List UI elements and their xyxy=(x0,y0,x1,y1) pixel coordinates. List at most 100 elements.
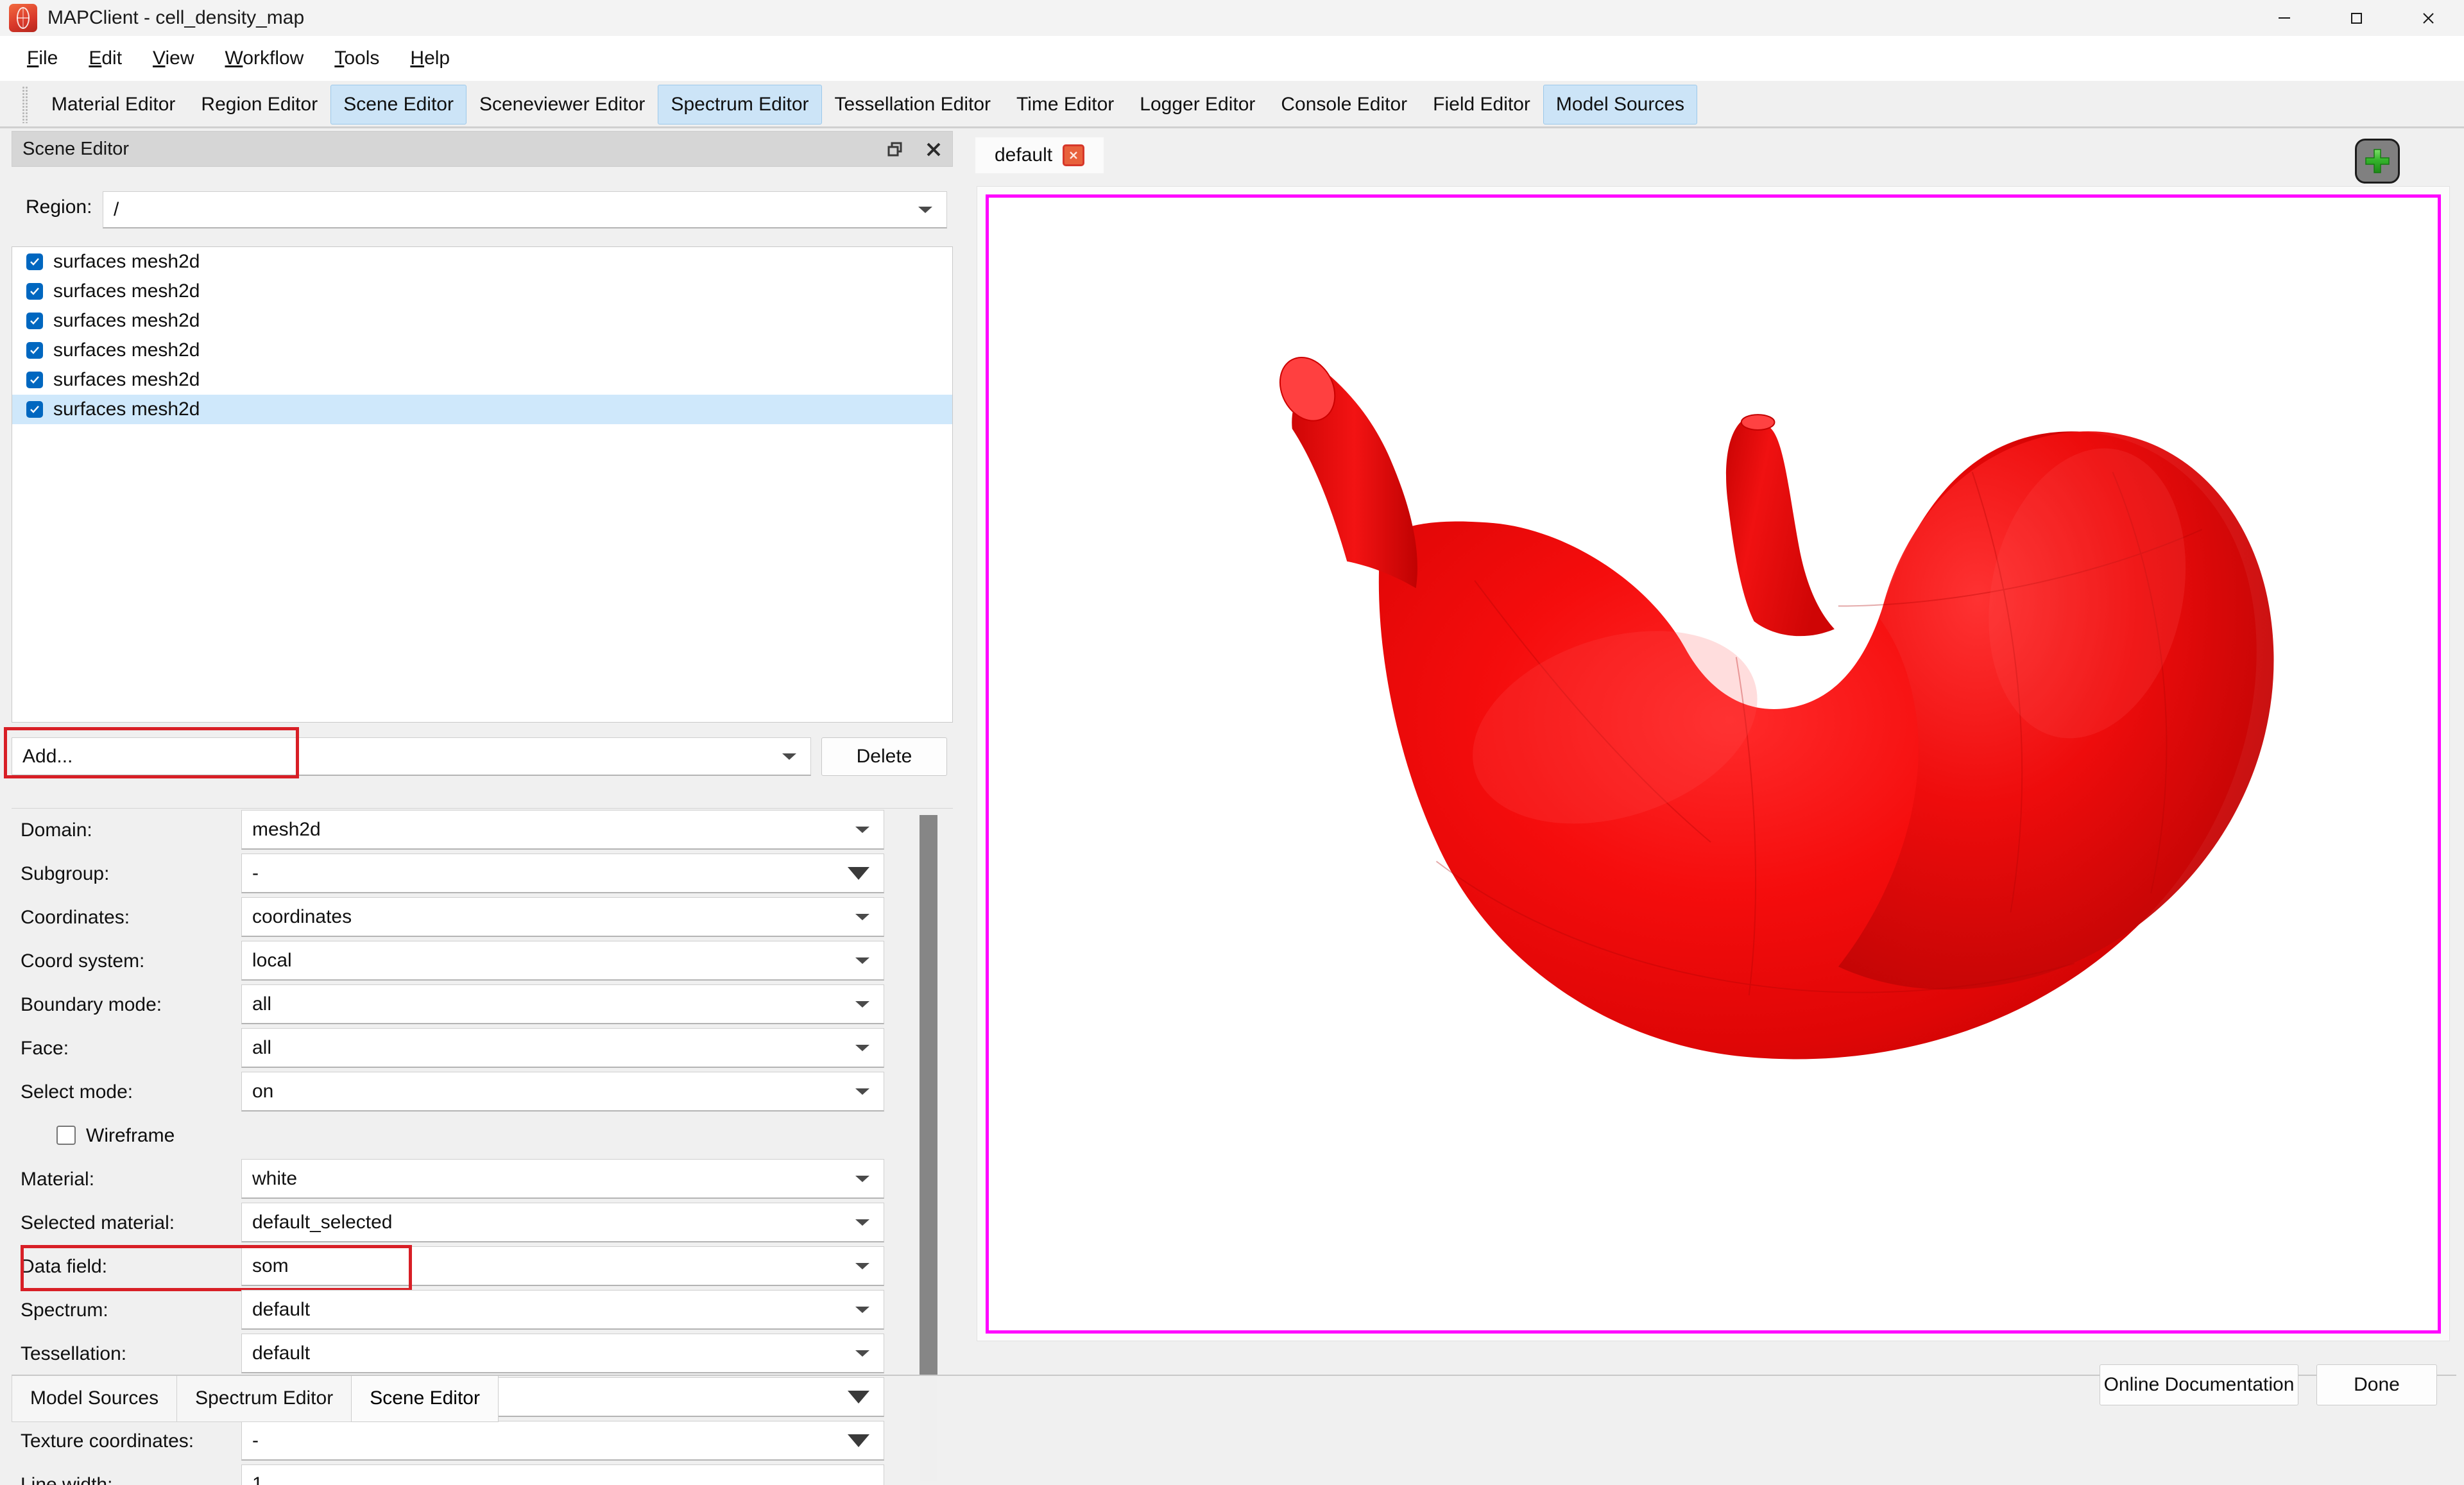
property-label-texture-coordinates: Texture coordinates: xyxy=(21,1430,194,1452)
list-item-selected[interactable]: surfaces mesh2d xyxy=(12,395,952,424)
tab-time-editor[interactable]: Time Editor xyxy=(1004,85,1127,124)
property-row-coord-system: Coord system: local xyxy=(12,940,910,983)
tab-region-editor[interactable]: Region Editor xyxy=(188,85,330,124)
property-row-data-field: Data field: som xyxy=(12,1245,910,1291)
minimize-button[interactable] xyxy=(2248,0,2320,36)
checkbox-checked-icon[interactable] xyxy=(26,283,43,300)
close-icon[interactable] xyxy=(1063,144,1085,166)
viewer-tab-default[interactable]: default xyxy=(975,137,1104,173)
properties-scrollbar-thumb[interactable] xyxy=(920,815,937,1375)
list-item[interactable]: surfaces mesh2d xyxy=(12,306,952,336)
duodenum xyxy=(1726,418,1835,637)
list-item[interactable]: surfaces mesh2d xyxy=(12,247,952,277)
tab-scene-editor[interactable]: Scene Editor xyxy=(330,85,466,124)
property-row-texture-coordinates: Texture coordinates: - xyxy=(12,1420,910,1463)
chevron-down-icon xyxy=(855,1350,869,1357)
menu-item-edit[interactable]: Edit xyxy=(73,42,137,74)
scene-viewer-canvas[interactable] xyxy=(986,194,2441,1334)
add-delete-row: Add... Delete xyxy=(0,727,953,789)
delete-button[interactable]: Delete xyxy=(821,737,947,776)
subgroup-select[interactable]: - xyxy=(241,854,884,893)
data-field-select[interactable]: som xyxy=(241,1246,884,1286)
domain-value: mesh2d xyxy=(252,818,321,840)
close-button[interactable] xyxy=(2392,0,2464,36)
list-item[interactable]: surfaces mesh2d xyxy=(12,277,952,306)
property-label-coord-system: Coord system: xyxy=(21,950,145,972)
list-item[interactable]: surfaces mesh2d xyxy=(12,365,952,395)
tab-sceneviewer-editor[interactable]: Sceneviewer Editor xyxy=(466,85,658,124)
menu-item-help[interactable]: Help xyxy=(395,42,465,74)
property-label-select-mode: Select mode: xyxy=(21,1081,133,1103)
toolbar-grip-handle[interactable] xyxy=(22,86,28,123)
checkbox-checked-icon[interactable] xyxy=(26,401,43,418)
mapclient-logo-icon xyxy=(9,4,37,32)
coordinates-value: coordinates xyxy=(252,906,352,927)
material-value: white xyxy=(252,1167,298,1189)
menu-item-view[interactable]: View xyxy=(137,42,209,74)
title-bar: MAPClient - cell_density_map xyxy=(0,0,2464,36)
selected-material-select[interactable]: default_selected xyxy=(241,1203,884,1242)
tessellation-select[interactable]: default xyxy=(241,1334,884,1373)
menu-item-file[interactable]: File xyxy=(12,42,73,74)
property-label-selected-material: Selected material: xyxy=(21,1212,175,1233)
tab-model-sources[interactable]: Model Sources xyxy=(1543,85,1698,124)
material-select[interactable]: white xyxy=(241,1159,884,1199)
add-view-button[interactable] xyxy=(2355,139,2400,184)
property-row-domain: Domain: mesh2d xyxy=(12,809,910,852)
tab-tessellation-editor[interactable]: Tessellation Editor xyxy=(822,85,1004,124)
checkbox-unchecked-icon[interactable] xyxy=(56,1126,76,1145)
chevron-down-icon xyxy=(855,1306,869,1313)
property-label-tessellation: Tessellation: xyxy=(21,1343,127,1364)
tab-material-editor[interactable]: Material Editor xyxy=(38,85,188,124)
menu-label-tools-rest: ools xyxy=(344,47,380,69)
spectrum-select[interactable]: default xyxy=(241,1290,884,1330)
coordinates-select[interactable]: coordinates xyxy=(241,897,884,937)
subgroup-value: - xyxy=(252,862,259,884)
coord-system-select[interactable]: local xyxy=(241,941,884,981)
property-row-boundary-mode: Boundary mode: all xyxy=(12,983,910,1027)
boundary-mode-select[interactable]: all xyxy=(241,984,884,1024)
property-label-spectrum: Spectrum: xyxy=(21,1300,108,1321)
line-width-input[interactable]: 1 xyxy=(241,1464,884,1485)
list-item[interactable]: surfaces mesh2d xyxy=(12,336,952,365)
checkbox-checked-icon[interactable] xyxy=(26,372,43,388)
duodenum-opening xyxy=(1740,414,1775,431)
region-select[interactable]: / xyxy=(103,191,947,228)
add-graphics-select[interactable]: Add... xyxy=(12,737,811,776)
texture-coordinates-select[interactable]: - xyxy=(241,1421,884,1461)
close-icon[interactable] xyxy=(923,139,945,160)
checkbox-checked-icon[interactable] xyxy=(26,253,43,270)
region-row: Region: / xyxy=(0,181,953,236)
face-select[interactable]: all xyxy=(241,1028,884,1068)
tab-spectrum-editor[interactable]: Spectrum Editor xyxy=(658,85,822,124)
viewer-tab-label: default xyxy=(995,144,1053,166)
done-button[interactable]: Done xyxy=(2316,1364,2437,1405)
restore-window-icon[interactable] xyxy=(884,139,906,160)
spectrum-value: default xyxy=(252,1298,311,1320)
menu-label-file-rest: ile xyxy=(38,47,58,69)
maximize-button[interactable] xyxy=(2320,0,2392,36)
property-row-selected-material: Selected material: default_selected xyxy=(12,1201,910,1245)
list-item-label: surfaces mesh2d xyxy=(53,310,200,331)
menu-item-tools[interactable]: Tools xyxy=(319,42,395,74)
bottom-tab-scene-editor[interactable]: Scene Editor xyxy=(351,1375,499,1422)
wireframe-checkbox-row[interactable]: Wireframe xyxy=(12,1114,910,1158)
graphics-list[interactable]: surfaces mesh2d surfaces mesh2d surfaces… xyxy=(12,246,953,723)
checkbox-checked-icon[interactable] xyxy=(26,342,43,359)
domain-select[interactable]: mesh2d xyxy=(241,810,884,850)
menu-item-workflow[interactable]: Workflow xyxy=(210,42,320,74)
tab-logger-editor[interactable]: Logger Editor xyxy=(1127,85,1268,124)
scene-viewer xyxy=(977,186,2450,1341)
tab-field-editor[interactable]: Field Editor xyxy=(1420,85,1543,124)
menu-label-view-rest: iew xyxy=(165,47,194,69)
bottom-tab-spectrum-editor[interactable]: Spectrum Editor xyxy=(176,1375,352,1422)
tab-console-editor[interactable]: Console Editor xyxy=(1268,85,1420,124)
property-label-subgroup: Subgroup: xyxy=(21,863,110,884)
checkbox-checked-icon[interactable] xyxy=(26,313,43,329)
bottom-tab-model-sources[interactable]: Model Sources xyxy=(12,1375,178,1422)
select-mode-select[interactable]: on xyxy=(241,1072,884,1112)
add-graphics-value: Add... xyxy=(22,745,73,767)
menu-label-edit-rest: dit xyxy=(101,47,123,69)
region-value: / xyxy=(114,198,119,220)
online-documentation-button[interactable]: Online Documentation xyxy=(2100,1364,2298,1405)
